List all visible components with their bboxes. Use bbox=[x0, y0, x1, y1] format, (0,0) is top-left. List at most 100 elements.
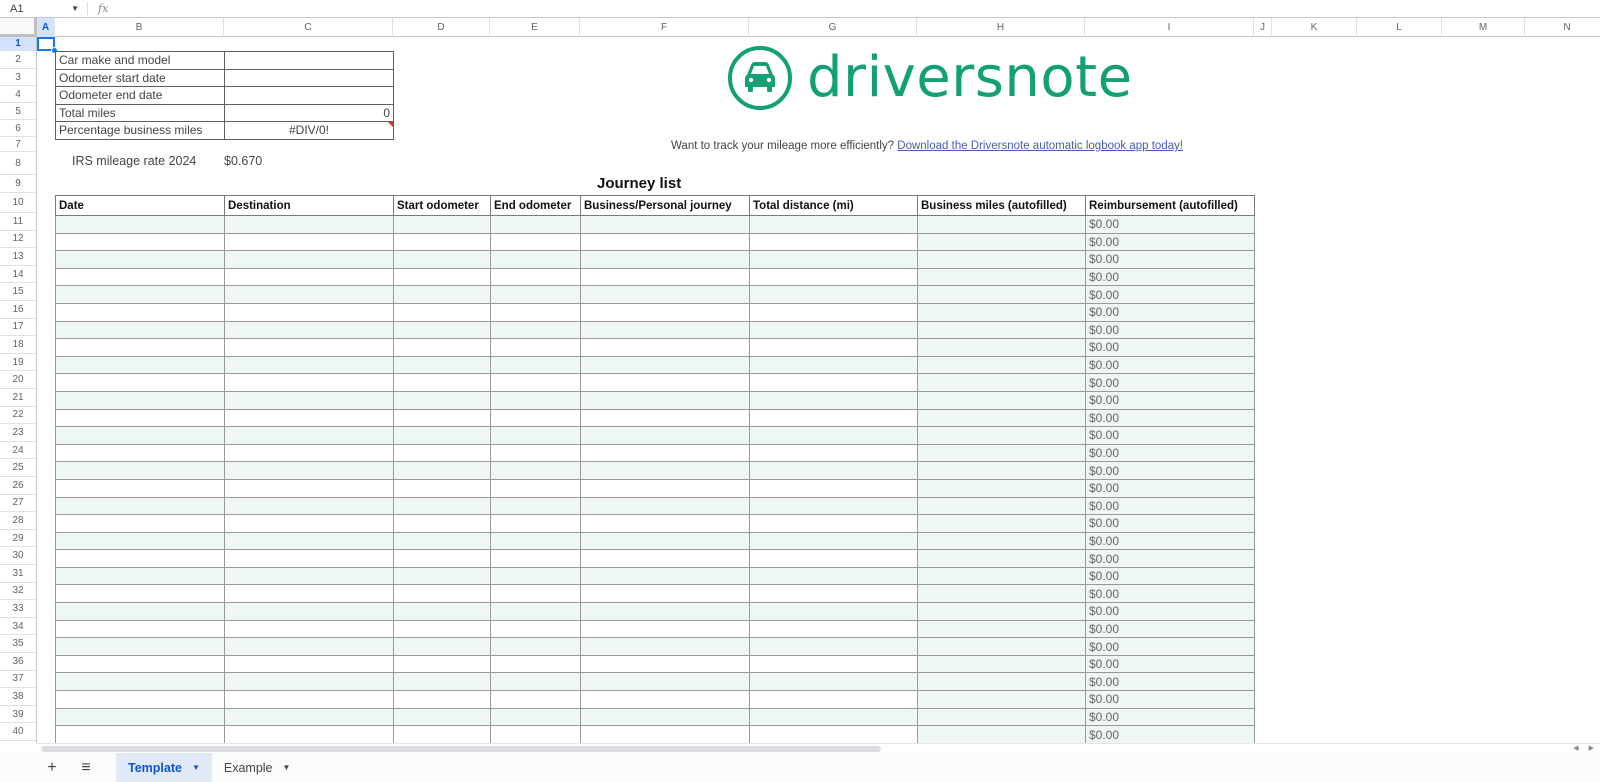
journey-cell[interactable] bbox=[55, 602, 225, 621]
reimbursement-cell[interactable]: $0.00 bbox=[1085, 654, 1255, 674]
row-header-15[interactable]: 15 bbox=[0, 283, 36, 301]
info-value[interactable]: #DIV/0! bbox=[224, 121, 394, 140]
journey-cell[interactable] bbox=[490, 426, 581, 445]
column-header-e[interactable]: E bbox=[490, 18, 580, 37]
row-header-29[interactable]: 29 bbox=[0, 530, 36, 548]
reimbursement-cell[interactable]: $0.00 bbox=[1085, 373, 1255, 392]
reimbursement-cell[interactable]: $0.00 bbox=[1085, 707, 1255, 727]
journey-cell[interactable] bbox=[580, 549, 750, 568]
row-header-11[interactable]: 11 bbox=[0, 213, 36, 231]
row-header-24[interactable]: 24 bbox=[0, 442, 36, 460]
column-header-h[interactable]: H bbox=[917, 18, 1085, 37]
journey-cell[interactable] bbox=[917, 355, 1086, 375]
journey-cell[interactable] bbox=[749, 602, 918, 621]
journey-cell[interactable] bbox=[580, 584, 750, 604]
row-header-33[interactable]: 33 bbox=[0, 600, 36, 618]
row-header-32[interactable]: 32 bbox=[0, 583, 36, 601]
journey-cell[interactable] bbox=[580, 725, 750, 743]
journey-cell[interactable] bbox=[55, 250, 225, 269]
row-header-4[interactable]: 4 bbox=[0, 86, 36, 103]
row-header-34[interactable]: 34 bbox=[0, 618, 36, 636]
journey-cell[interactable] bbox=[490, 549, 581, 568]
journey-cell[interactable] bbox=[393, 619, 491, 639]
journey-cell[interactable] bbox=[580, 302, 750, 322]
journey-cell[interactable] bbox=[749, 707, 918, 727]
journey-cell[interactable] bbox=[580, 496, 750, 516]
irs-rate-value[interactable]: $0.670 bbox=[224, 154, 262, 168]
journey-cell[interactable] bbox=[917, 461, 1086, 480]
scrollbar-thumb[interactable] bbox=[41, 746, 881, 752]
sheet-tab-template[interactable]: Template ▼ bbox=[116, 753, 212, 782]
journey-cell[interactable] bbox=[55, 338, 225, 357]
name-box[interactable]: A1 ▼ bbox=[0, 2, 88, 15]
journey-cell[interactable] bbox=[55, 355, 225, 375]
journey-cell[interactable] bbox=[749, 531, 918, 551]
journey-cell[interactable] bbox=[580, 478, 750, 498]
journey-cell[interactable] bbox=[55, 426, 225, 445]
sheet-tab-example[interactable]: Example ▼ bbox=[212, 753, 303, 782]
scroll-right-icon[interactable]: ▶ bbox=[1589, 744, 1594, 752]
journey-cell[interactable] bbox=[55, 408, 225, 428]
journey-cell[interactable] bbox=[580, 654, 750, 674]
journey-cell[interactable] bbox=[55, 654, 225, 674]
journey-column-header[interactable]: Date bbox=[55, 195, 225, 216]
error-indicator-icon[interactable] bbox=[388, 122, 393, 127]
journey-cell[interactable] bbox=[490, 584, 581, 604]
journey-cell[interactable] bbox=[917, 302, 1086, 322]
row-header-35[interactable]: 35 bbox=[0, 635, 36, 653]
row-header-27[interactable]: 27 bbox=[0, 495, 36, 513]
reimbursement-cell[interactable]: $0.00 bbox=[1085, 250, 1255, 269]
journey-cell[interactable] bbox=[917, 654, 1086, 674]
journey-cell[interactable] bbox=[393, 443, 491, 463]
column-header-j[interactable]: J bbox=[1254, 18, 1272, 37]
download-app-link[interactable]: Download the Driversnote automatic logbo… bbox=[897, 140, 1183, 152]
reimbursement-cell[interactable]: $0.00 bbox=[1085, 338, 1255, 357]
journey-cell[interactable] bbox=[749, 250, 918, 269]
journey-cell[interactable] bbox=[917, 619, 1086, 639]
reimbursement-cell[interactable]: $0.00 bbox=[1085, 461, 1255, 480]
journey-cell[interactable] bbox=[55, 443, 225, 463]
reimbursement-cell[interactable]: $0.00 bbox=[1085, 355, 1255, 375]
row-header-18[interactable]: 18 bbox=[0, 336, 36, 354]
reimbursement-cell[interactable]: $0.00 bbox=[1085, 566, 1255, 586]
row-header-17[interactable]: 17 bbox=[0, 319, 36, 337]
journey-cell[interactable] bbox=[490, 285, 581, 304]
journey-cell[interactable] bbox=[580, 320, 750, 340]
reimbursement-cell[interactable]: $0.00 bbox=[1085, 320, 1255, 340]
journey-cell[interactable] bbox=[224, 267, 394, 287]
row-header-30[interactable]: 30 bbox=[0, 547, 36, 565]
journey-cell[interactable] bbox=[224, 619, 394, 639]
journey-cell[interactable] bbox=[393, 390, 491, 410]
journey-cell[interactable] bbox=[393, 637, 491, 656]
reimbursement-cell[interactable]: $0.00 bbox=[1085, 549, 1255, 568]
journey-column-header[interactable]: Start odometer bbox=[393, 195, 491, 216]
journey-cell[interactable] bbox=[490, 672, 581, 692]
reimbursement-cell[interactable]: $0.00 bbox=[1085, 232, 1255, 252]
journey-cell[interactable] bbox=[580, 338, 750, 357]
journey-cell[interactable] bbox=[580, 355, 750, 375]
journey-cell[interactable] bbox=[917, 531, 1086, 551]
journey-cell[interactable] bbox=[580, 215, 750, 234]
journey-cell[interactable] bbox=[749, 390, 918, 410]
journey-cell[interactable] bbox=[490, 496, 581, 516]
journey-cell[interactable] bbox=[55, 672, 225, 692]
journey-cell[interactable] bbox=[55, 725, 225, 743]
journey-cell[interactable] bbox=[580, 390, 750, 410]
journey-cell[interactable] bbox=[224, 373, 394, 392]
journey-cell[interactable] bbox=[490, 461, 581, 480]
reimbursement-cell[interactable]: $0.00 bbox=[1085, 531, 1255, 551]
journey-cell[interactable] bbox=[749, 320, 918, 340]
row-header-5[interactable]: 5 bbox=[0, 103, 36, 120]
journey-cell[interactable] bbox=[224, 531, 394, 551]
journey-cell[interactable] bbox=[749, 637, 918, 656]
journey-cell[interactable] bbox=[224, 232, 394, 252]
reimbursement-cell[interactable]: $0.00 bbox=[1085, 496, 1255, 516]
row-header-28[interactable]: 28 bbox=[0, 512, 36, 530]
row-header-26[interactable]: 26 bbox=[0, 477, 36, 495]
journey-cell[interactable] bbox=[224, 390, 394, 410]
row-header-40[interactable]: 40 bbox=[0, 723, 36, 741]
row-header-1[interactable]: 1 bbox=[0, 37, 36, 51]
journey-cell[interactable] bbox=[393, 672, 491, 692]
journey-cell[interactable] bbox=[224, 514, 394, 533]
journey-cell[interactable] bbox=[224, 602, 394, 621]
